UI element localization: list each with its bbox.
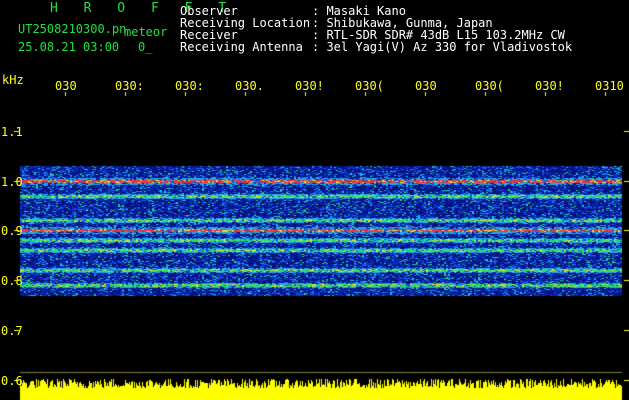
meteor-label: meteor: [124, 25, 168, 39]
x-tick-label: 030.: [235, 79, 264, 93]
y-tick-label: 1.1: [1, 125, 23, 139]
spectrogram-canvas: [0, 0, 629, 400]
x-tick-label: 030: [55, 79, 77, 93]
antenna-value: : 3el Yagi(V) Az 330 for Vladivostok: [312, 40, 573, 54]
y-tick-label: 0.8: [1, 274, 23, 289]
antenna-label: Receiving Antenna: [180, 40, 303, 54]
datetime: 25.08.21 03:00: [18, 40, 120, 54]
x-tick-label: 030: [415, 79, 437, 93]
y-tick-label: 0.9: [1, 224, 23, 239]
meteor-count: 0_: [138, 40, 153, 54]
y-tick-label: 0.6: [1, 373, 23, 388]
x-tick-label: 030!: [535, 79, 564, 93]
y-tick-label: 0.7: [1, 323, 23, 338]
x-tick-label: 030:: [115, 79, 144, 93]
x-tick-label: 0310: [595, 79, 624, 93]
filename: UT2508210300.pn: [18, 22, 127, 36]
x-tick-label: 030(: [475, 79, 504, 93]
y-tick-label: 1.0: [1, 174, 23, 189]
x-tick-label: 030(: [355, 79, 384, 93]
x-tick-label: 030:: [175, 79, 204, 93]
x-tick-label: 030!: [295, 79, 324, 93]
y-unit-label: kHz: [2, 73, 24, 87]
